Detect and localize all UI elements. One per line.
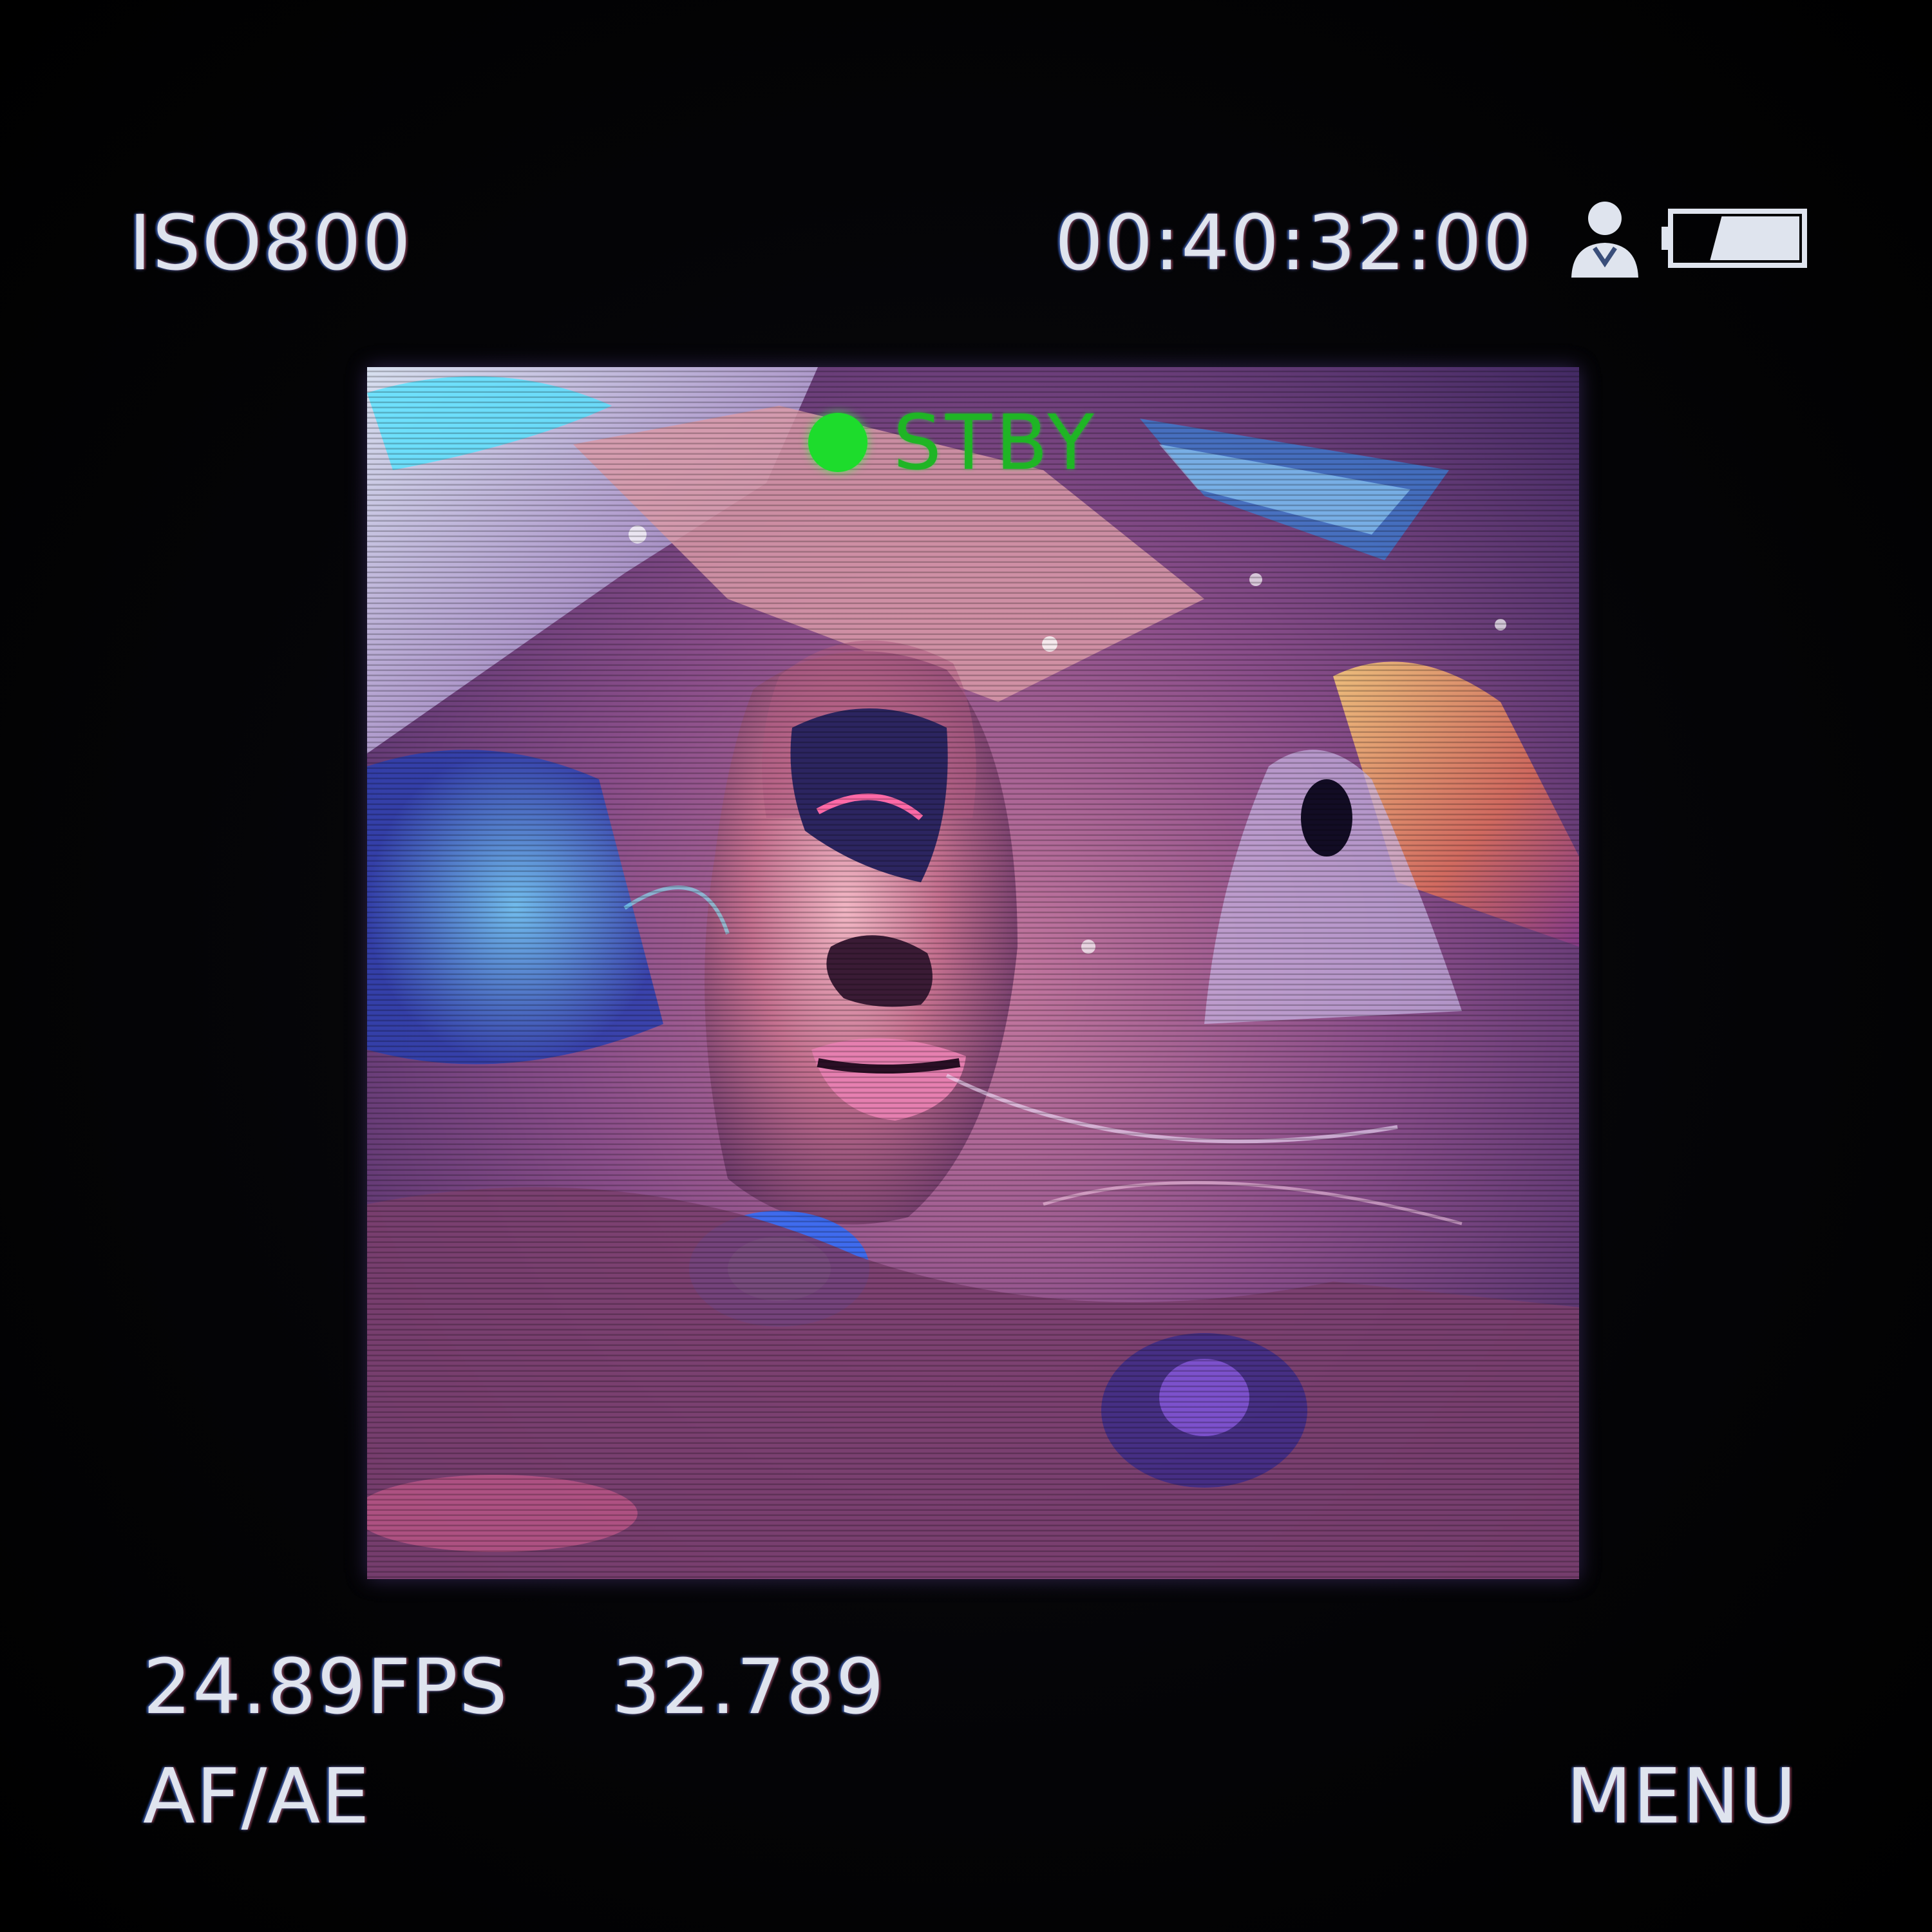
- menu-button[interactable]: MENU: [1566, 1758, 1797, 1834]
- standby-dot: [808, 413, 867, 472]
- timecode-readout: 00:40:32:00: [1055, 198, 1533, 287]
- standby-label: STBY: [893, 398, 1098, 487]
- battery-level-fill: [1710, 216, 1799, 260]
- camera-viewfinder: ISO800 00:40:32:00 STBY 24.89FPS 32.789 …: [0, 0, 1932, 1932]
- iso-readout: ISO800: [129, 198, 412, 287]
- battery-icon: [1662, 209, 1807, 268]
- af-ae-button[interactable]: AF/AE: [143, 1758, 371, 1834]
- counter-readout: 32.789: [612, 1642, 886, 1731]
- standby-indicator: STBY: [808, 404, 1098, 480]
- user-icon: [1571, 202, 1638, 278]
- live-view-image: [367, 367, 1579, 1579]
- frame-rate-readout: 24.89FPS: [143, 1642, 509, 1731]
